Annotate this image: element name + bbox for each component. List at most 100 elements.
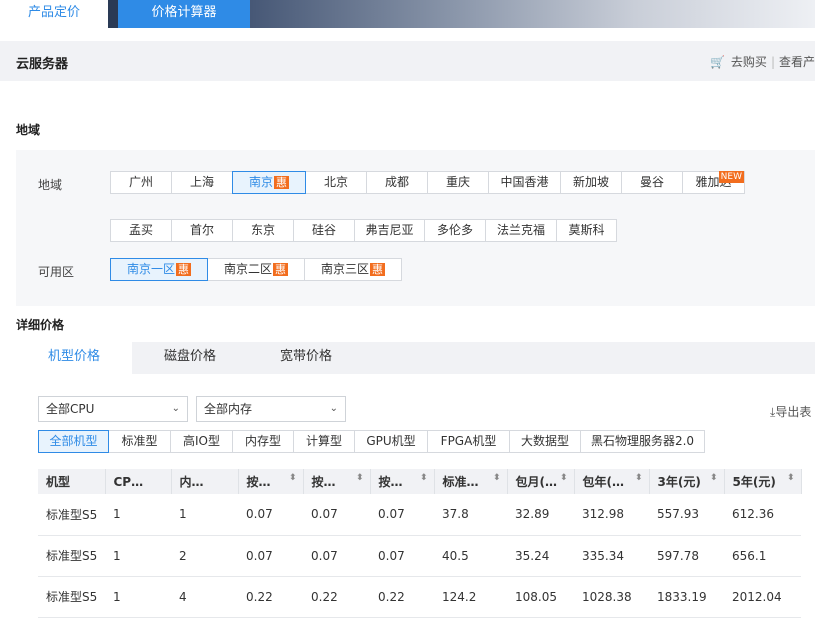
table-row: 标准型S5 1 2 0.07 0.07 0.07 40.5 35.24 335.34 597.78… [38,535,801,577]
tab-bandwidth-price[interactable]: 宽带价格 [248,342,364,374]
discount-badge: 惠 [274,176,289,189]
column-header-label: 标准… [442,475,479,489]
type-option[interactable]: 黑石物理服务器2.0 [580,430,705,453]
price-table: 机型 CP… 内… 按… ⬍ 按… ⬍ 按… ⬍ 标准… ⬍ 包月(… ⬍ 包年(… ⬍ 3年(元) ⬍ 5年(元… [38,469,802,618]
region-option[interactable]: 新加坡 [560,171,622,194]
table-header-row: 机型 CP… 内… 按… ⬍ 按… ⬍ 按… ⬍ 标准… ⬍ 包月(… ⬍ 包年(… ⬍ 3年(元) ⬍ 5年(元… [38,469,802,494]
chevron-down-icon: ⌄ [329,403,338,414]
region-option[interactable]: 孟买 [110,219,172,242]
table-cell: 1 [105,535,171,577]
region-option[interactable]: 莫斯科 [556,219,617,242]
table-cell: 1 [105,576,171,618]
table-cell: 40.5 [434,535,507,577]
type-option[interactable]: 内存型 [232,430,294,453]
type-option[interactable]: 标准型 [108,430,171,453]
cpu-select-value: 全部CPU [46,402,95,416]
table-cell: 1 [105,494,171,536]
more-link[interactable]: 查看产 [779,55,815,69]
table-cell: 0.07 [370,535,434,577]
column-header[interactable]: 包年(… ⬍ [574,469,650,494]
region-option[interactable]: 首尔 [171,219,233,242]
region-option[interactable]: 北京 [305,171,367,194]
sort-icon[interactable]: ⬍ [560,473,568,483]
table-row: 标准型S5 1 4 0.22 0.22 0.22 124.2 108.05 1028.38 183… [38,576,801,618]
table-cell: 0.07 [303,535,370,577]
column-header-label: 包月(… [515,475,558,489]
region-option[interactable]: 东京 [232,219,294,242]
region-option[interactable]: 多伦多 [424,219,486,242]
sort-icon[interactable]: ⬍ [710,473,718,483]
sort-icon[interactable]: ⬍ [289,473,297,483]
region-option[interactable]: 雅加达 NEW [682,171,745,194]
tab-disk-price[interactable]: 磁盘价格 [132,342,248,374]
table-cell: 2012.04 [724,576,801,618]
column-header[interactable]: 按… ⬍ [303,469,371,494]
new-badge: NEW [718,171,744,183]
sort-icon[interactable]: ⬍ [356,473,364,483]
sort-icon[interactable]: ⬍ [635,473,643,483]
sort-icon[interactable]: ⬍ [420,473,428,483]
column-header[interactable]: 按… ⬍ [238,469,304,494]
type-option-selected[interactable]: 全部机型 [38,430,109,453]
region-option[interactable]: 法兰克福 [485,219,557,242]
sort-icon[interactable]: ⬍ [493,473,501,483]
region-option[interactable]: 曼谷 [621,171,683,194]
buy-link[interactable]: 去购买 [731,55,767,69]
table-cell: 1028.38 [574,576,649,618]
price-tabs: 机型价格 磁盘价格 宽带价格 [16,342,815,374]
column-header[interactable]: 按… ⬍ [370,469,435,494]
discount-badge: 惠 [273,263,288,276]
type-option[interactable]: 高IO型 [170,430,233,453]
table-row: 标准型S5 1 1 0.07 0.07 0.07 37.8 32.89 312.98 557.93… [38,494,801,536]
column-header[interactable]: 3年(元) ⬍ [649,469,725,494]
type-option[interactable]: GPU机型 [354,430,428,453]
region-option[interactable]: 上海 [171,171,233,194]
banner-image [215,0,815,28]
column-header[interactable]: 包月(… ⬍ [507,469,575,494]
tab-product-pricing[interactable]: 产品定价 [0,0,108,28]
section-title: 云服务器 [16,57,69,72]
detail-price-heading: 详细价格 [16,318,65,332]
export-button[interactable]: ⤓导出表 [770,403,811,420]
chevron-down-icon: ⌄ [171,403,180,414]
sort-icon[interactable]: ⬍ [787,473,795,483]
region-row-1: 广州 上海 南京惠 北京 成都 重庆 中国香港 新加坡 曼谷 雅加达 NEW [110,171,745,194]
column-header-label: CP… [113,474,144,489]
table-cell: 612.36 [724,494,801,536]
region-option[interactable]: 弗吉尼亚 [354,219,425,242]
type-option[interactable]: 大数据型 [509,430,581,453]
divider: | [770,55,775,69]
zone-option-selected[interactable]: 南京一区惠 [110,258,208,281]
column-header: 内… [171,469,239,494]
table-cell: 0.22 [370,576,434,618]
table-body: 标准型S5 1 1 0.07 0.07 0.07 37.8 32.89 312.98 557.93… [38,494,801,618]
region-option-selected[interactable]: 南京惠 [232,171,306,194]
region-option[interactable]: 广州 [110,171,172,194]
region-option[interactable]: 硅谷 [293,219,355,242]
table-cell: 108.05 [507,576,574,618]
cpu-select[interactable]: 全部CPU ⌄ [38,396,188,422]
zone-name: 南京三区 [320,262,369,276]
table-cell: 0.07 [238,535,303,577]
table-cell: 597.78 [649,535,724,577]
table-cell: 标准型S5 [38,576,105,618]
tab-price-calculator[interactable]: 价格计算器 [118,0,250,28]
tab-instance-price[interactable]: 机型价格 [16,342,132,374]
region-option[interactable]: 中国香港 [488,171,561,194]
column-header-label: 机型 [46,475,71,489]
column-header-label: 3年(元) [657,475,701,489]
column-header-label: 内… [179,475,204,489]
column-header[interactable]: 标准… ⬍ [434,469,508,494]
column-header-label: 按… [311,475,336,489]
type-option[interactable]: 计算型 [293,430,355,453]
column-header: 机型 [38,469,106,494]
region-option[interactable]: 重庆 [427,171,489,194]
type-option[interactable]: FPGA机型 [427,430,510,453]
cart-icon[interactable]: 🛒 [710,55,725,69]
region-option[interactable]: 成都 [366,171,428,194]
memory-select[interactable]: 全部内存 ⌄ [196,396,346,422]
table-cell: 37.8 [434,494,507,536]
zone-option[interactable]: 南京三区惠 [304,258,402,281]
zone-option[interactable]: 南京二区惠 [207,258,305,281]
column-header[interactable]: 5年(元) ⬍ [724,469,802,494]
